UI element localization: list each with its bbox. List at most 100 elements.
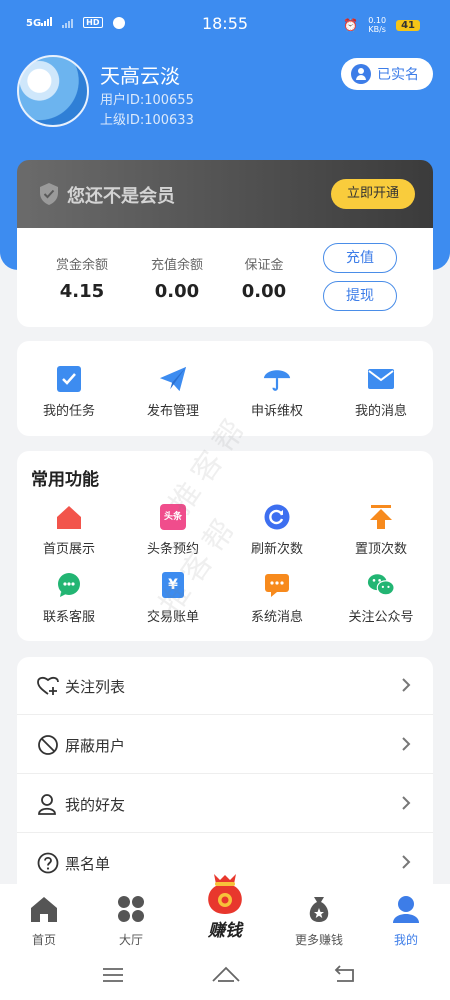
home-nav-icon[interactable] [211, 964, 241, 984]
hall-icon [118, 896, 144, 922]
headline-icon: 头条 [159, 503, 187, 531]
func-follow-official-account[interactable]: 关注公众号 [329, 571, 433, 625]
list-item-follow-list[interactable]: 关注列表 [17, 657, 433, 715]
chevron-right-icon [402, 737, 411, 751]
quick-complaint[interactable]: 申诉维权 [225, 365, 329, 419]
money-bag-icon [208, 874, 242, 914]
tab-home[interactable]: 首页 [9, 894, 79, 948]
quick-actions-card: 我的任务 发布管理 申诉维权 我的消息 [17, 341, 433, 436]
tab-mine[interactable]: 我的 [371, 894, 441, 948]
system-message-icon [263, 571, 291, 599]
list-item-blocked-users[interactable]: 屏蔽用户 [17, 716, 433, 774]
recharge-balance-label: 充值余额 [150, 258, 203, 273]
system-navigation-bar [0, 954, 450, 1000]
home-icon [31, 897, 57, 922]
recharge-balance: 充值余额 0.00 [132, 254, 222, 302]
func-pin-count[interactable]: 置顶次数 [329, 503, 433, 557]
more-money-icon [309, 897, 329, 922]
home-red-icon [55, 503, 83, 531]
list-item-my-friends[interactable]: 我的好友 [17, 775, 433, 833]
func-pin-count-label: 置顶次数 [354, 542, 407, 557]
quick-publish-manage-label: 发布管理 [146, 404, 199, 419]
parent-id: 上级ID:100633 [100, 113, 194, 128]
bounty-balance-label: 赏金余额 [55, 258, 108, 273]
list-item-label: 屏蔽用户 [65, 737, 126, 755]
common-functions-title: 常用功能 [31, 470, 99, 490]
recharge-button[interactable]: 充值 [323, 243, 397, 273]
tab-earn-money-label: 赚钱 [208, 921, 242, 941]
tab-home-label: 首页 [31, 933, 56, 947]
umbrella-icon [263, 365, 291, 393]
quick-my-tasks-label: 我的任务 [42, 404, 95, 419]
quick-my-messages[interactable]: 我的消息 [329, 365, 433, 419]
menu-icon[interactable] [101, 966, 125, 984]
bounty-balance: 赏金余额 4.15 [37, 254, 127, 302]
verified-button[interactable]: 已实名 [341, 58, 433, 90]
quick-complaint-label: 申诉维权 [250, 404, 303, 419]
quick-publish-manage[interactable]: 发布管理 [121, 365, 225, 419]
chevron-right-icon [402, 678, 411, 692]
list-item-label: 我的好友 [65, 796, 126, 814]
wechat-icon [367, 571, 395, 599]
tab-hall[interactable]: 大厅 [96, 894, 166, 948]
pin-top-icon [367, 503, 395, 531]
func-homepage-display[interactable]: 首页展示 [17, 503, 121, 557]
task-icon [55, 365, 83, 393]
common-functions-card: 常用功能 首页展示 头条 头条预约 刷新次数 置顶次数 联系客服 ¥ 交易账单 [17, 451, 433, 641]
user-icon [351, 64, 371, 84]
mail-icon [367, 365, 395, 393]
deposit-value: 0.00 [241, 281, 287, 302]
question-icon [37, 852, 59, 874]
refresh-icon [263, 503, 291, 531]
network-speed: 0.10 KB/s [368, 16, 387, 34]
deposit: 保证金 0.00 [219, 254, 309, 302]
func-headline-booking-label: 头条预约 [146, 542, 199, 557]
func-system-message-label: 系统消息 [250, 610, 303, 625]
chat-icon [55, 571, 83, 599]
back-icon[interactable] [331, 964, 357, 984]
bounty-balance-value: 4.15 [59, 281, 105, 302]
func-homepage-display-label: 首页展示 [42, 542, 95, 557]
open-membership-button[interactable]: 立即开通 [331, 179, 415, 209]
verified-label: 已实名 [377, 67, 419, 83]
user-id: 用户ID:100655 [100, 93, 194, 108]
block-icon [38, 735, 58, 755]
status-bar: 5G HD 18:55 ⏰ 0.10 KB/s 41 [0, 0, 450, 50]
membership-card: 您还不是会员 立即开通 [17, 160, 433, 228]
quick-my-messages-label: 我的消息 [354, 404, 407, 419]
tab-more-money[interactable]: 更多赚钱 [284, 894, 354, 948]
func-transaction-bill[interactable]: ¥ 交易账单 [121, 571, 225, 625]
func-contact-service[interactable]: 联系客服 [17, 571, 121, 625]
balance-card: 赏金余额 4.15 充值余额 0.00 保证金 0.00 充值 提现 [17, 228, 433, 327]
bill-icon: ¥ [159, 571, 187, 599]
alarm-icon: ⏰ [343, 18, 359, 32]
vip-shield-icon [40, 183, 58, 205]
recharge-balance-value: 0.00 [154, 281, 200, 302]
tab-hall-label: 大厅 [118, 933, 143, 947]
battery-indicator: 41 [396, 19, 420, 31]
quick-my-tasks[interactable]: 我的任务 [17, 365, 121, 419]
heart-plus-icon [37, 676, 59, 695]
func-transaction-bill-label: 交易账单 [146, 610, 199, 625]
avatar[interactable] [17, 55, 89, 127]
paper-plane-icon [159, 365, 187, 393]
list-item-label: 黑名单 [65, 855, 111, 873]
chevron-right-icon [402, 796, 411, 810]
membership-title: 您还不是会员 [67, 186, 175, 207]
func-contact-service-label: 联系客服 [42, 610, 95, 625]
withdraw-button[interactable]: 提现 [323, 281, 397, 311]
tab-more-money-label: 更多赚钱 [294, 933, 343, 947]
list-item-label: 关注列表 [65, 678, 126, 696]
chevron-right-icon [402, 855, 411, 869]
tab-earn-money[interactable]: 赚钱 [195, 872, 255, 941]
func-follow-official-account-label: 关注公众号 [348, 610, 414, 625]
headline-badge: 头条 [160, 504, 186, 530]
profile-icon [393, 896, 419, 923]
deposit-label: 保证金 [244, 258, 284, 273]
tab-mine-label: 我的 [393, 933, 418, 947]
func-refresh-count[interactable]: 刷新次数 [225, 503, 329, 557]
func-headline-booking[interactable]: 头条 头条预约 [121, 503, 225, 557]
func-system-message[interactable]: 系统消息 [225, 571, 329, 625]
nickname: 天高云淡 [100, 64, 180, 88]
settings-list: 关注列表 屏蔽用户 我的好友 黑名单 [17, 657, 433, 897]
